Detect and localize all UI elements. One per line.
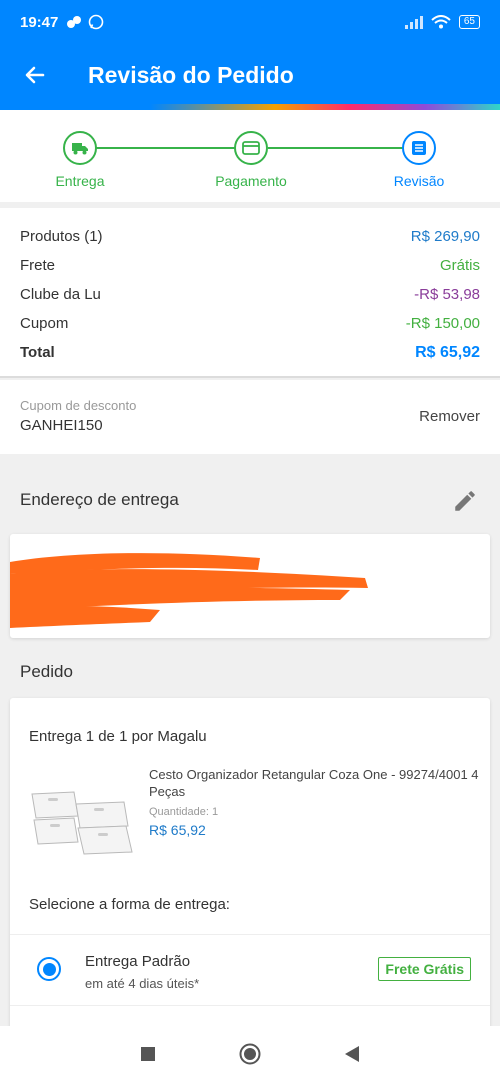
shipping-option-name: Entrega Padrão <box>85 953 191 970</box>
total-label: Total <box>20 344 55 361</box>
shipping-select-label: Selecione a forma de entrega: <box>29 896 230 913</box>
order-card: Entrega 1 de 1 por Magalu Cesto Organiza… <box>10 698 490 1038</box>
summary-label: Clube da Lu <box>20 286 101 303</box>
delivery-title: Entrega 1 de 1 por Magalu <box>29 728 207 745</box>
app-bar: Revisão do Pedido <box>0 44 500 106</box>
product-name[interactable]: Cesto Organizador Retangular Coza One - … <box>149 766 479 800</box>
radio-button-selected[interactable] <box>37 957 61 981</box>
summary-row-frete: Frete Grátis <box>20 251 480 280</box>
signal-icon <box>404 16 423 29</box>
recent-apps-icon[interactable] <box>141 1047 155 1061</box>
edit-icon[interactable] <box>452 488 478 514</box>
summary-label: Cupom <box>20 315 69 332</box>
step-pagamento[interactable]: Pagamento <box>191 131 311 189</box>
checkout-stepper: Entrega Pagamento Revisão <box>0 110 500 202</box>
step-label: Pagamento <box>215 173 287 189</box>
coupon-code: GANHEI150 <box>20 417 103 434</box>
clock: 19:47 <box>20 13 59 31</box>
summary-row-cupom: Cupom -R$ 150,00 <box>20 309 480 338</box>
system-nav-bar <box>0 1026 500 1082</box>
product-image[interactable] <box>28 776 140 856</box>
notification-icon <box>67 16 82 28</box>
product-quantity: Quantidade: 1 <box>149 806 219 818</box>
address-section-title: Endereço de entrega <box>20 490 179 509</box>
summary-value: -R$ 150,00 <box>405 315 480 332</box>
credit-card-icon <box>242 141 260 155</box>
truck-icon <box>72 143 88 155</box>
step-label: Entrega <box>55 173 105 189</box>
summary-row-clube: Clube da Lu -R$ 53,98 <box>20 280 480 309</box>
status-bar: 19:47 65 <box>0 0 500 44</box>
remove-coupon-button[interactable]: Remover <box>419 408 480 425</box>
home-icon[interactable] <box>239 1043 261 1065</box>
summary-value: Grátis <box>439 257 480 274</box>
address-card[interactable] <box>10 534 490 638</box>
back-nav-icon[interactable] <box>345 1046 359 1062</box>
summary-row-produtos: Produtos (1) R$ 269,90 <box>20 222 480 251</box>
list-icon <box>412 141 426 155</box>
step-revisao[interactable]: Revisão <box>359 131 479 189</box>
free-shipping-badge: Frete Grátis <box>378 957 471 981</box>
summary-label: Frete <box>20 257 56 274</box>
summary-value: R$ 269,90 <box>410 228 480 245</box>
shipping-option-standard[interactable]: Entrega Padrão em até 4 dias úteis* Fret… <box>10 934 490 1006</box>
total-value: R$ 65,92 <box>415 343 480 361</box>
product-price: R$ 65,92 <box>149 822 206 838</box>
step-entrega[interactable]: Entrega <box>20 131 140 189</box>
coupon-label: Cupom de desconto <box>20 398 137 413</box>
step-label: Revisão <box>393 173 445 189</box>
battery-icon: 65 <box>458 15 480 29</box>
coupon-section: Cupom de desconto GANHEI150 Remover <box>0 380 500 454</box>
order-summary: Produtos (1) R$ 269,90 Frete Grátis Club… <box>0 208 500 378</box>
shipping-option-eta: em até 4 dias úteis* <box>85 976 200 991</box>
back-button[interactable] <box>0 44 70 106</box>
page-title: Revisão do Pedido <box>88 61 294 88</box>
summary-value: -R$ 53,98 <box>414 286 480 303</box>
arrow-back-icon <box>25 66 45 84</box>
summary-label: Produtos (1) <box>20 228 103 245</box>
redacted-address <box>10 553 368 628</box>
order-section-title: Pedido <box>20 662 73 681</box>
wifi-icon <box>431 15 451 29</box>
summary-row-total: Total R$ 65,92 <box>20 338 480 367</box>
whatsapp-icon <box>89 14 104 30</box>
